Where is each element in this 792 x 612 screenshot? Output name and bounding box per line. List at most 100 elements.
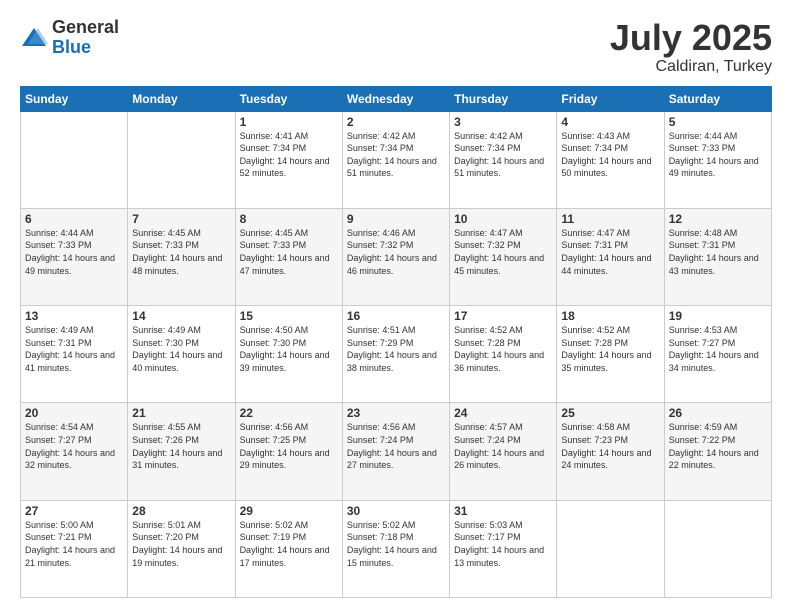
calendar-cell: 2Sunrise: 4:42 AM Sunset: 7:34 PM Daylig…	[342, 111, 449, 208]
calendar-cell: 3Sunrise: 4:42 AM Sunset: 7:34 PM Daylig…	[450, 111, 557, 208]
day-info: Sunrise: 4:52 AM Sunset: 7:28 PM Dayligh…	[561, 324, 659, 374]
header-monday: Monday	[128, 86, 235, 111]
logo-icon	[20, 24, 48, 52]
day-info: Sunrise: 5:02 AM Sunset: 7:19 PM Dayligh…	[240, 519, 338, 569]
calendar-cell: 18Sunrise: 4:52 AM Sunset: 7:28 PM Dayli…	[557, 306, 664, 403]
day-info: Sunrise: 4:42 AM Sunset: 7:34 PM Dayligh…	[347, 130, 445, 180]
calendar-cell: 11Sunrise: 4:47 AM Sunset: 7:31 PM Dayli…	[557, 208, 664, 305]
day-info: Sunrise: 4:53 AM Sunset: 7:27 PM Dayligh…	[669, 324, 767, 374]
day-number: 21	[132, 406, 230, 420]
calendar-cell: 13Sunrise: 4:49 AM Sunset: 7:31 PM Dayli…	[21, 306, 128, 403]
day-number: 11	[561, 212, 659, 226]
day-info: Sunrise: 4:43 AM Sunset: 7:34 PM Dayligh…	[561, 130, 659, 180]
day-info: Sunrise: 4:58 AM Sunset: 7:23 PM Dayligh…	[561, 421, 659, 471]
calendar-cell: 31Sunrise: 5:03 AM Sunset: 7:17 PM Dayli…	[450, 500, 557, 597]
day-info: Sunrise: 4:47 AM Sunset: 7:32 PM Dayligh…	[454, 227, 552, 277]
calendar-week-2: 6Sunrise: 4:44 AM Sunset: 7:33 PM Daylig…	[21, 208, 772, 305]
calendar-cell: 24Sunrise: 4:57 AM Sunset: 7:24 PM Dayli…	[450, 403, 557, 500]
calendar-cell: 6Sunrise: 4:44 AM Sunset: 7:33 PM Daylig…	[21, 208, 128, 305]
title-block: July 2025 Caldiran, Turkey	[610, 18, 772, 76]
header-wednesday: Wednesday	[342, 86, 449, 111]
calendar-cell: 21Sunrise: 4:55 AM Sunset: 7:26 PM Dayli…	[128, 403, 235, 500]
calendar-cell: 15Sunrise: 4:50 AM Sunset: 7:30 PM Dayli…	[235, 306, 342, 403]
weekday-header-row: Sunday Monday Tuesday Wednesday Thursday…	[21, 86, 772, 111]
calendar-cell: 9Sunrise: 4:46 AM Sunset: 7:32 PM Daylig…	[342, 208, 449, 305]
calendar-cell	[21, 111, 128, 208]
day-info: Sunrise: 4:56 AM Sunset: 7:24 PM Dayligh…	[347, 421, 445, 471]
calendar-cell: 26Sunrise: 4:59 AM Sunset: 7:22 PM Dayli…	[664, 403, 771, 500]
day-number: 17	[454, 309, 552, 323]
day-number: 13	[25, 309, 123, 323]
day-number: 12	[669, 212, 767, 226]
day-number: 9	[347, 212, 445, 226]
calendar-cell: 30Sunrise: 5:02 AM Sunset: 7:18 PM Dayli…	[342, 500, 449, 597]
calendar-cell: 19Sunrise: 4:53 AM Sunset: 7:27 PM Dayli…	[664, 306, 771, 403]
day-number: 6	[25, 212, 123, 226]
calendar-cell: 4Sunrise: 4:43 AM Sunset: 7:34 PM Daylig…	[557, 111, 664, 208]
header-tuesday: Tuesday	[235, 86, 342, 111]
day-number: 3	[454, 115, 552, 129]
day-info: Sunrise: 4:57 AM Sunset: 7:24 PM Dayligh…	[454, 421, 552, 471]
calendar-cell: 22Sunrise: 4:56 AM Sunset: 7:25 PM Dayli…	[235, 403, 342, 500]
day-info: Sunrise: 4:49 AM Sunset: 7:31 PM Dayligh…	[25, 324, 123, 374]
day-number: 8	[240, 212, 338, 226]
logo-blue-text: Blue	[52, 38, 119, 58]
page: General Blue July 2025 Caldiran, Turkey …	[0, 0, 792, 612]
day-info: Sunrise: 4:56 AM Sunset: 7:25 PM Dayligh…	[240, 421, 338, 471]
calendar-cell: 7Sunrise: 4:45 AM Sunset: 7:33 PM Daylig…	[128, 208, 235, 305]
day-number: 26	[669, 406, 767, 420]
day-number: 19	[669, 309, 767, 323]
calendar-cell: 1Sunrise: 4:41 AM Sunset: 7:34 PM Daylig…	[235, 111, 342, 208]
calendar-cell: 27Sunrise: 5:00 AM Sunset: 7:21 PM Dayli…	[21, 500, 128, 597]
day-info: Sunrise: 5:03 AM Sunset: 7:17 PM Dayligh…	[454, 519, 552, 569]
day-info: Sunrise: 4:49 AM Sunset: 7:30 PM Dayligh…	[132, 324, 230, 374]
day-number: 4	[561, 115, 659, 129]
day-info: Sunrise: 4:44 AM Sunset: 7:33 PM Dayligh…	[25, 227, 123, 277]
calendar-week-1: 1Sunrise: 4:41 AM Sunset: 7:34 PM Daylig…	[21, 111, 772, 208]
header: General Blue July 2025 Caldiran, Turkey	[20, 18, 772, 76]
day-info: Sunrise: 4:54 AM Sunset: 7:27 PM Dayligh…	[25, 421, 123, 471]
logo-general-text: General	[52, 18, 119, 38]
calendar-cell: 5Sunrise: 4:44 AM Sunset: 7:33 PM Daylig…	[664, 111, 771, 208]
day-info: Sunrise: 4:42 AM Sunset: 7:34 PM Dayligh…	[454, 130, 552, 180]
header-thursday: Thursday	[450, 86, 557, 111]
calendar-table: Sunday Monday Tuesday Wednesday Thursday…	[20, 86, 772, 598]
day-number: 16	[347, 309, 445, 323]
day-info: Sunrise: 4:52 AM Sunset: 7:28 PM Dayligh…	[454, 324, 552, 374]
calendar-cell: 29Sunrise: 5:02 AM Sunset: 7:19 PM Dayli…	[235, 500, 342, 597]
day-number: 14	[132, 309, 230, 323]
calendar-cell: 20Sunrise: 4:54 AM Sunset: 7:27 PM Dayli…	[21, 403, 128, 500]
day-info: Sunrise: 4:51 AM Sunset: 7:29 PM Dayligh…	[347, 324, 445, 374]
calendar-cell: 10Sunrise: 4:47 AM Sunset: 7:32 PM Dayli…	[450, 208, 557, 305]
header-friday: Friday	[557, 86, 664, 111]
day-number: 18	[561, 309, 659, 323]
day-number: 7	[132, 212, 230, 226]
day-info: Sunrise: 4:59 AM Sunset: 7:22 PM Dayligh…	[669, 421, 767, 471]
day-number: 15	[240, 309, 338, 323]
calendar-cell	[557, 500, 664, 597]
day-number: 1	[240, 115, 338, 129]
day-info: Sunrise: 4:46 AM Sunset: 7:32 PM Dayligh…	[347, 227, 445, 277]
logo: General Blue	[20, 18, 119, 58]
calendar-cell: 8Sunrise: 4:45 AM Sunset: 7:33 PM Daylig…	[235, 208, 342, 305]
day-number: 5	[669, 115, 767, 129]
calendar-cell: 25Sunrise: 4:58 AM Sunset: 7:23 PM Dayli…	[557, 403, 664, 500]
day-number: 31	[454, 504, 552, 518]
day-number: 30	[347, 504, 445, 518]
calendar-cell: 23Sunrise: 4:56 AM Sunset: 7:24 PM Dayli…	[342, 403, 449, 500]
day-info: Sunrise: 4:47 AM Sunset: 7:31 PM Dayligh…	[561, 227, 659, 277]
day-info: Sunrise: 4:50 AM Sunset: 7:30 PM Dayligh…	[240, 324, 338, 374]
day-info: Sunrise: 4:44 AM Sunset: 7:33 PM Dayligh…	[669, 130, 767, 180]
day-info: Sunrise: 5:01 AM Sunset: 7:20 PM Dayligh…	[132, 519, 230, 569]
day-number: 29	[240, 504, 338, 518]
logo-text: General Blue	[52, 18, 119, 58]
calendar-week-3: 13Sunrise: 4:49 AM Sunset: 7:31 PM Dayli…	[21, 306, 772, 403]
location-title: Caldiran, Turkey	[610, 58, 772, 76]
day-number: 20	[25, 406, 123, 420]
calendar-cell: 16Sunrise: 4:51 AM Sunset: 7:29 PM Dayli…	[342, 306, 449, 403]
day-info: Sunrise: 4:41 AM Sunset: 7:34 PM Dayligh…	[240, 130, 338, 180]
day-number: 28	[132, 504, 230, 518]
calendar-cell: 17Sunrise: 4:52 AM Sunset: 7:28 PM Dayli…	[450, 306, 557, 403]
day-number: 2	[347, 115, 445, 129]
calendar-cell	[128, 111, 235, 208]
